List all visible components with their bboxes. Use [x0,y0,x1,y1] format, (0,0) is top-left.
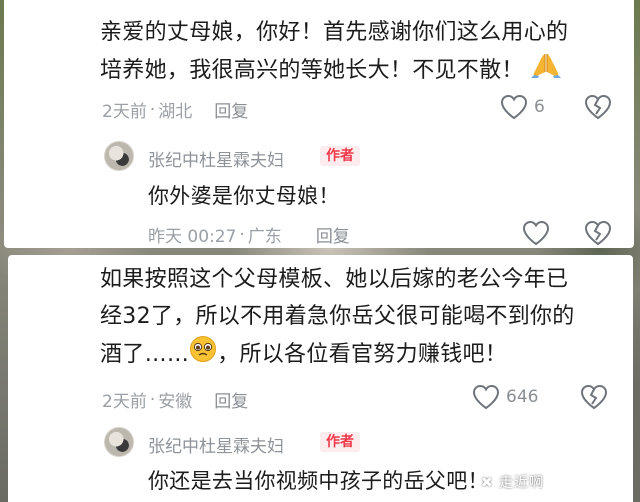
comment-card: 亲爱的丈母娘，你好！首先感谢你们这么用心的 培养她，我很高兴的等她长大！不见不散… [4,0,634,248]
comment-location: 湖北 [158,102,193,122]
comment-line: 培养她，我很高兴的等她长大！不见不散！ [100,51,568,91]
author-avatar[interactable] [104,141,134,171]
heart-icon [472,384,500,410]
comment-location: 安徽 [158,392,193,412]
comment-time: 2天前 [102,392,147,412]
dislike-button[interactable] [584,94,612,124]
author-name[interactable]: 张纪中杜星霖夫妇 [148,146,284,171]
like-count: 6 [534,97,545,117]
reply-dislike-button[interactable] [584,220,612,250]
broken-heart-icon [584,220,612,250]
comment-line: 酒了…… ，所以各位看官努力赚钱吧！ [100,335,575,375]
author-name[interactable]: 张纪中杜星霖夫妇 [148,432,284,457]
reply-button[interactable]: 回复 [214,97,248,122]
pleading-face-emoji-icon [189,335,217,375]
comment-text: 亲爱的丈母娘，你好！首先感谢你们这么用心的 培养她，我很高兴的等她长大！不见不散… [100,14,568,91]
comment-card: 如果按照这个父母模板、她以后嫁的老公今年已 经32了，所以不用着急你岳父很可能喝… [8,255,633,502]
author-avatar[interactable] [104,427,134,457]
broken-heart-icon [580,384,608,414]
like-button[interactable]: 646 [472,384,538,410]
comment-text: 如果按照这个父母模板、她以后嫁的老公今年已 经32了，所以不用着急你岳父很可能喝… [100,261,575,375]
like-button[interactable]: 6 [500,94,545,120]
comment-meta: 2天前 · 湖北 回复 [102,97,248,123]
author-reply-text: 你外婆是你丈母娘！ [148,184,340,208]
dislike-button[interactable] [580,384,608,414]
reply-like-button[interactable] [522,220,550,246]
author-badge: 作者 [320,146,360,166]
comment-meta: 2天前 · 安徽 回复 [102,387,248,413]
author-reply-text: 你还是去当你视频中孩子的岳父吧！ [148,469,489,493]
reply-location: 广东 [247,227,282,247]
comment-line: 如果按照这个父母模板、她以后嫁的老公今年已 [100,267,569,292]
reply-time: 昨天 00:27 [148,227,237,247]
reply-button[interactable]: 回复 [316,222,350,247]
comment-line: 经32了，所以不用着急你岳父很可能喝不到你的 [100,304,575,329]
comment-time: 2天前 [102,102,147,122]
reply-button[interactable]: 回复 [214,387,248,412]
broken-heart-icon [584,94,612,124]
reply-meta: 昨天 00:27 · 广东 回复 [148,222,350,248]
like-count: 646 [506,387,539,407]
author-badge: 作者 [320,432,360,452]
heart-icon [500,94,528,120]
heart-icon [522,220,550,246]
pray-emoji-icon [531,51,561,91]
comment-line: 亲爱的丈母娘，你好！首先感谢你们这么用心的 [100,20,569,45]
watermark: ✖ 走近啊 [480,475,544,491]
